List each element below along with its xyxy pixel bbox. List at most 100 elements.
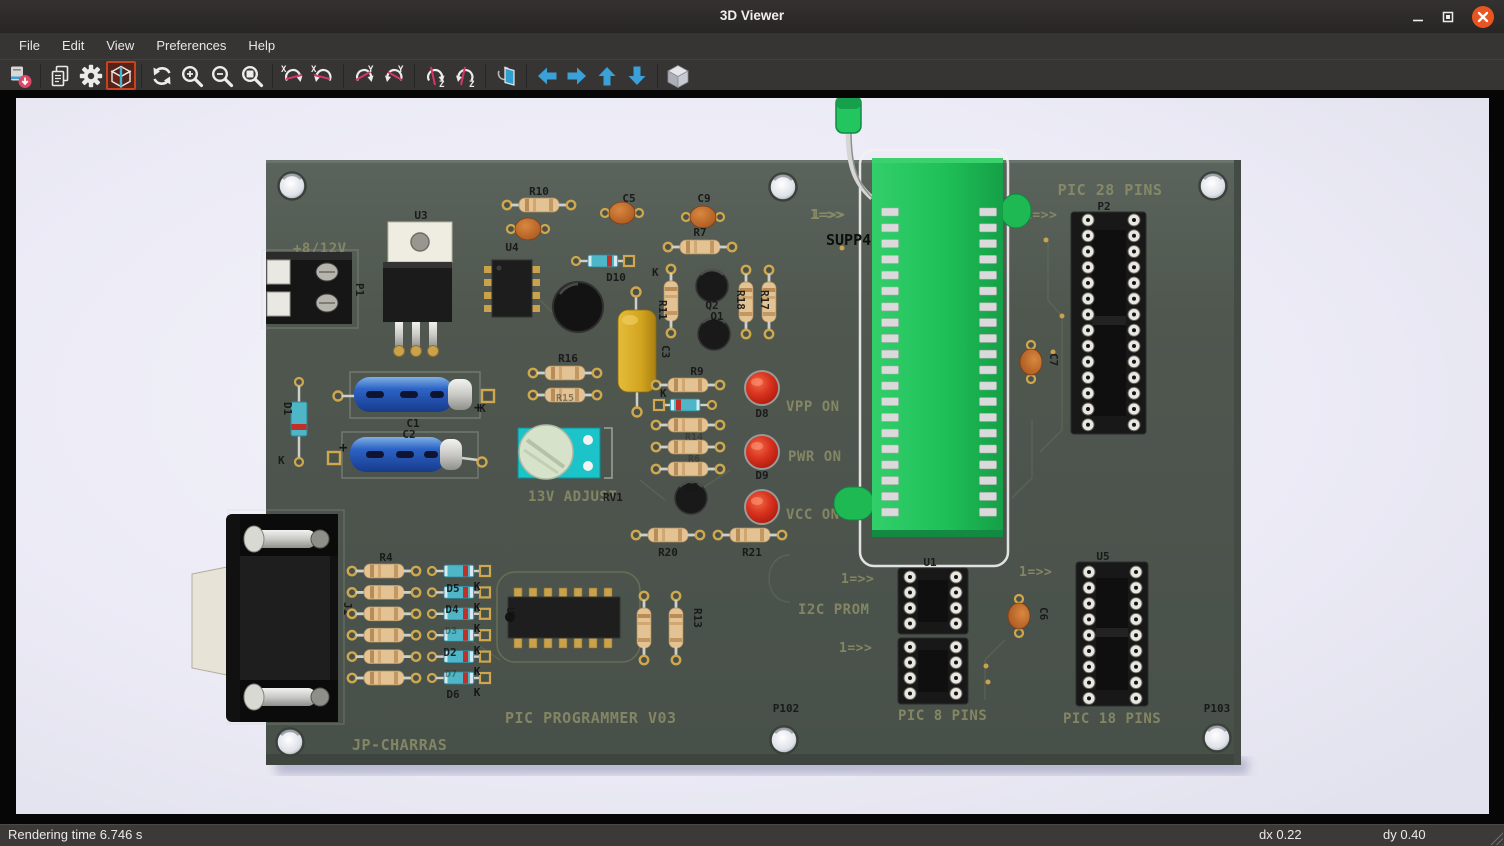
zoom-out-icon[interactable] [207, 61, 237, 90]
toolbar-separator [343, 64, 344, 88]
svg-text:PIC PROGRAMMER V03: PIC PROGRAMMER V03 [505, 709, 677, 727]
export-image-icon[interactable] [5, 61, 35, 90]
svg-text:D1: D1 [281, 402, 294, 416]
svg-text:C6: C6 [1037, 607, 1050, 621]
svg-text:R4: R4 [379, 551, 393, 564]
svg-text:JP-CHARRAS: JP-CHARRAS [352, 736, 447, 754]
rotate-z-cw-icon[interactable]: Z [420, 61, 450, 90]
svg-text:K: K [474, 580, 481, 593]
ortho-view-icon[interactable] [663, 61, 693, 90]
led-d9 [745, 435, 779, 469]
svg-text:R18: R18 [734, 290, 747, 310]
menu-file[interactable]: File [8, 33, 51, 59]
menubar: File Edit View Preferences Help [0, 33, 1504, 59]
rotate-y-cw-icon[interactable]: Y [349, 61, 379, 90]
svg-text:C9: C9 [697, 192, 710, 205]
svg-text:C2: C2 [402, 428, 415, 441]
svg-text:C3: C3 [659, 345, 672, 358]
svg-text:PIC 18 PINS: PIC 18 PINS [1063, 711, 1161, 727]
pan-right-icon[interactable] [562, 61, 592, 90]
minimize-button[interactable] [1411, 10, 1425, 24]
titlebar[interactable]: 3D Viewer [0, 0, 1504, 34]
svg-text:R10: R10 [529, 185, 549, 198]
dip28-socket-p2 [1071, 212, 1146, 434]
menu-preferences[interactable]: Preferences [145, 33, 237, 59]
svg-text:P2: P2 [1097, 200, 1110, 213]
svg-text:1=>>: 1=>> [839, 641, 872, 656]
svg-text:R11: R11 [656, 300, 669, 320]
svg-text:Q3: Q3 [685, 481, 698, 494]
rotate-x-cw-icon[interactable]: X [278, 61, 308, 90]
svg-text:R17: R17 [758, 290, 771, 310]
svg-text:K: K [652, 266, 659, 279]
ic-u4 [484, 260, 540, 317]
render-current-view-icon[interactable] [106, 61, 136, 90]
svg-text:U1: U1 [923, 556, 937, 569]
svg-text:D9: D9 [755, 469, 768, 482]
svg-text:P1: P1 [353, 283, 366, 297]
3d-viewer-window: 3D Viewer File Edit View Preferences Hel… [0, 0, 1504, 846]
settings-gear-icon[interactable] [76, 61, 106, 90]
pan-up-icon[interactable] [592, 61, 622, 90]
svg-text:PIC 8 PINS: PIC 8 PINS [898, 708, 987, 724]
rotate-y-ccw-icon[interactable]: Y [379, 61, 409, 90]
menu-edit[interactable]: Edit [51, 33, 95, 59]
svg-text:K: K [474, 644, 481, 657]
svg-text:R14: R14 [685, 432, 703, 443]
svg-text:D6: D6 [446, 688, 460, 701]
svg-text:Z: Z [469, 80, 475, 89]
rotate-z-ccw-icon[interactable]: Z [450, 61, 480, 90]
svg-text:D10: D10 [606, 271, 626, 284]
svg-text:X: X [281, 65, 287, 75]
svg-text:R6: R6 [688, 454, 700, 465]
dip8-socket-lower [898, 638, 968, 704]
menu-help[interactable]: Help [237, 33, 286, 59]
zoom-in-icon[interactable] [177, 61, 207, 90]
pcb-board: +8/12V PIC 28 PINS 1=>> 1=>> 1=>> 1=>> 1… [192, 98, 1241, 765]
svg-text:K: K [474, 686, 481, 699]
svg-text:R9: R9 [690, 365, 703, 378]
zoom-fit-icon[interactable] [237, 61, 267, 90]
svg-text:R16: R16 [558, 352, 578, 365]
led-d8 [745, 371, 779, 405]
svg-text:R7: R7 [693, 226, 706, 239]
maximize-button[interactable] [1441, 10, 1455, 24]
svg-text:I2C PROM: I2C PROM [798, 602, 869, 618]
svg-text:K: K [474, 665, 481, 678]
dip18-socket-u5 [1076, 562, 1148, 706]
svg-text:Y: Y [398, 65, 404, 75]
svg-text:D3: D3 [445, 626, 457, 637]
pan-left-icon[interactable] [532, 61, 562, 90]
resize-grip-icon[interactable] [1486, 828, 1503, 845]
toolbar-separator [272, 64, 273, 88]
svg-text:+: + [339, 440, 347, 456]
svg-text:D7: D7 [445, 669, 457, 680]
svg-text:P103: P103 [1204, 702, 1231, 715]
reload-icon[interactable] [147, 61, 177, 90]
window-title: 3D Viewer [0, 8, 1504, 23]
copy-image-icon[interactable] [46, 61, 76, 90]
close-button[interactable] [1471, 5, 1495, 29]
toolbar-separator [40, 64, 41, 88]
toolbar-separator [414, 64, 415, 88]
trimmer-rv1 [518, 425, 612, 479]
svg-text:VPP ON: VPP ON [786, 399, 840, 415]
svg-text:RV1: RV1 [603, 491, 623, 504]
svg-text:K: K [278, 454, 285, 467]
rendering-time: Rendering time 6.746 s [8, 827, 142, 842]
rotate-x-ccw-icon[interactable]: X [308, 61, 338, 90]
svg-text:R15: R15 [556, 393, 574, 404]
svg-text:D2: D2 [443, 646, 456, 659]
flip-board-icon[interactable] [491, 61, 521, 90]
led-vcc [745, 490, 779, 524]
status-dx: dx 0.22 [1259, 827, 1302, 842]
svg-text:Z: Z [439, 80, 445, 89]
menu-view[interactable]: View [95, 33, 145, 59]
pan-down-icon[interactable] [622, 61, 652, 90]
svg-text:1=>>: 1=>> [812, 208, 845, 223]
svg-text:D5: D5 [446, 582, 459, 595]
svg-text:R20: R20 [658, 546, 678, 559]
svg-text:U2: U2 [504, 607, 517, 620]
svg-text:D4: D4 [445, 603, 459, 616]
pcb-3d-canvas[interactable]: +8/12V PIC 28 PINS 1=>> 1=>> 1=>> 1=>> 1… [16, 98, 1489, 814]
